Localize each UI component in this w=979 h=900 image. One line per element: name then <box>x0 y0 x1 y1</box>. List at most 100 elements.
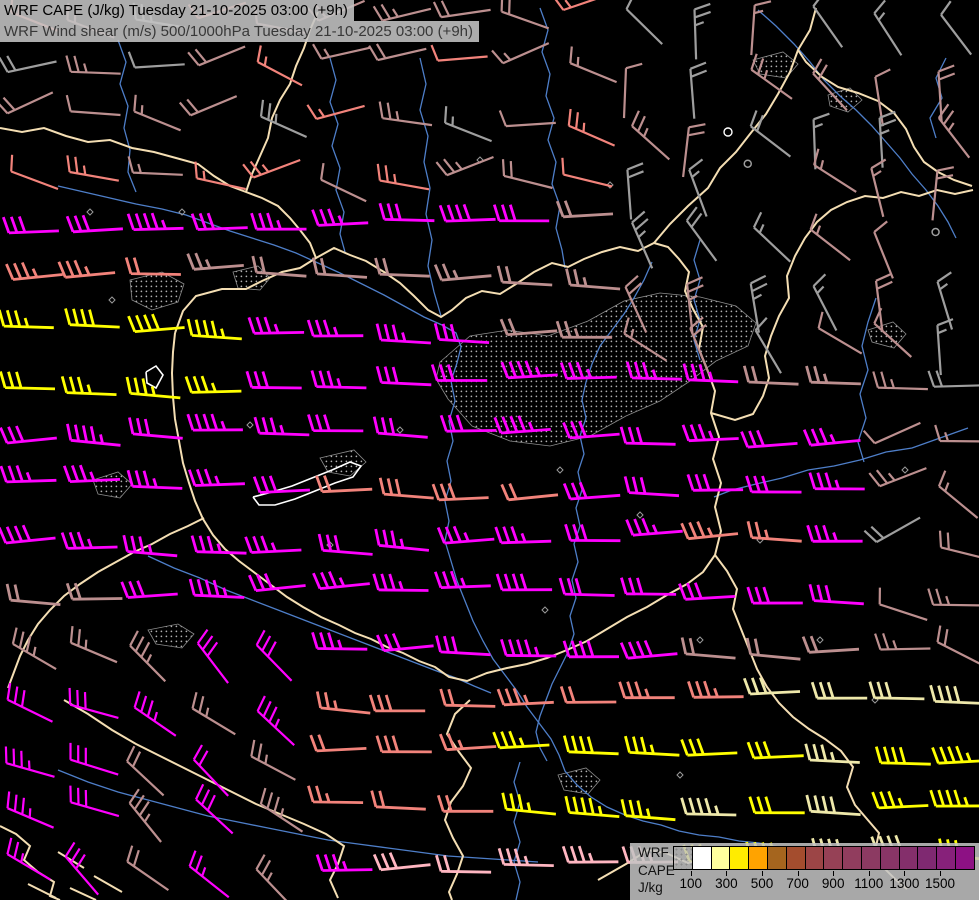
wind-barb <box>746 586 803 605</box>
legend-colorbar <box>673 846 975 870</box>
wind-barb <box>190 535 247 555</box>
wind-barb <box>312 571 370 590</box>
country-border <box>0 126 317 259</box>
calm-wind-marker <box>931 227 940 237</box>
wind-barb <box>245 370 302 390</box>
wind-barb <box>376 163 430 191</box>
wind-barb <box>127 51 185 69</box>
wind-barb <box>126 745 165 797</box>
river <box>513 761 521 900</box>
wind-barb <box>500 483 559 502</box>
wind-barb <box>748 796 805 815</box>
wind-barb <box>750 0 772 56</box>
wind-barb <box>868 467 927 488</box>
wind-barb <box>742 677 801 696</box>
country-border <box>57 851 85 869</box>
urban-area <box>557 767 601 795</box>
wind-barb <box>124 257 181 276</box>
wind-barb <box>937 470 979 519</box>
wrf-forecast-map: WRF CAPE (J/kg) Tuesday 21-10-2025 03:00… <box>0 0 979 900</box>
legend-color-box <box>879 846 900 870</box>
legend-color-box <box>710 846 731 870</box>
wind-barb <box>69 625 118 664</box>
wind-barb <box>65 582 123 601</box>
wind-barb <box>320 162 367 203</box>
wind-barb <box>620 577 677 596</box>
wind-barb <box>6 682 53 723</box>
wind-barb <box>126 469 183 490</box>
country-border <box>653 7 817 244</box>
wind-barb <box>187 468 245 487</box>
wind-barb <box>378 477 434 500</box>
legend-color-box <box>954 846 975 870</box>
wind-barb <box>57 259 116 279</box>
wind-barb <box>630 110 671 161</box>
wind-barb <box>60 531 118 550</box>
wind-barb <box>306 319 364 338</box>
wind-barb <box>492 204 550 223</box>
wind-barb <box>256 695 295 747</box>
wind-barb <box>186 318 242 341</box>
wind-barb <box>630 210 654 269</box>
wind-barb <box>927 370 979 388</box>
wind-barb <box>625 517 683 537</box>
wind-barb <box>370 790 426 811</box>
wind-barb <box>375 365 432 387</box>
wind-barb <box>561 157 613 188</box>
small-lake-marker <box>636 511 644 519</box>
wind-barb <box>255 629 293 682</box>
title-windshear-line: WRF Wind shear (m/s) 500/1000hPa Tuesday… <box>0 21 479 42</box>
wind-barb <box>559 685 617 704</box>
wind-barb <box>307 785 364 804</box>
wind-barb <box>805 365 861 386</box>
wind-barb <box>806 524 863 543</box>
wind-barb <box>934 424 979 443</box>
wind-barb <box>259 787 304 833</box>
urban-area <box>752 51 799 79</box>
wind-barb <box>5 583 61 606</box>
wind-barb <box>195 783 234 835</box>
country-border <box>93 875 123 893</box>
wind-barb <box>312 43 371 60</box>
wind-barb <box>184 375 242 394</box>
wind-barb <box>497 847 554 867</box>
legend-tick-label: 1500 <box>924 876 956 891</box>
wind-barb <box>244 535 302 554</box>
wind-barb <box>194 161 246 191</box>
wind-barb <box>255 854 288 900</box>
wind-barb <box>874 633 931 651</box>
small-lake-marker <box>108 296 116 304</box>
wind-barb <box>188 578 245 599</box>
wind-barb <box>817 311 863 355</box>
wind-barb <box>868 681 925 701</box>
wind-barb <box>624 735 680 757</box>
map-title: WRF CAPE (J/kg) Tuesday 21-10-2025 03:00… <box>0 0 479 42</box>
wind-barb <box>565 268 621 291</box>
wind-barb <box>252 475 310 494</box>
wind-barb <box>802 427 861 447</box>
wind-barb <box>808 472 865 491</box>
wind-barb <box>873 0 903 56</box>
wind-barb <box>436 794 494 813</box>
wind-barb <box>749 110 792 158</box>
wind-barb <box>188 850 230 899</box>
wind-barb <box>438 733 497 752</box>
wind-barb <box>804 743 860 764</box>
wind-barb <box>622 62 643 119</box>
small-lake-marker <box>396 426 404 434</box>
wind-barb <box>122 534 178 558</box>
wind-barb <box>620 798 676 822</box>
weather-map-canvas <box>0 0 979 900</box>
wind-barb <box>430 44 488 62</box>
wind-barb <box>0 371 56 391</box>
wind-barb <box>745 637 801 661</box>
wind-barb <box>682 123 706 178</box>
wind-barb <box>60 376 117 396</box>
wind-barb <box>619 426 676 446</box>
river <box>539 7 566 269</box>
wind-barb <box>133 94 182 132</box>
wind-barb <box>126 212 184 231</box>
wind-barb <box>812 0 844 48</box>
wind-barb <box>376 633 434 652</box>
wind-barb <box>501 792 557 816</box>
